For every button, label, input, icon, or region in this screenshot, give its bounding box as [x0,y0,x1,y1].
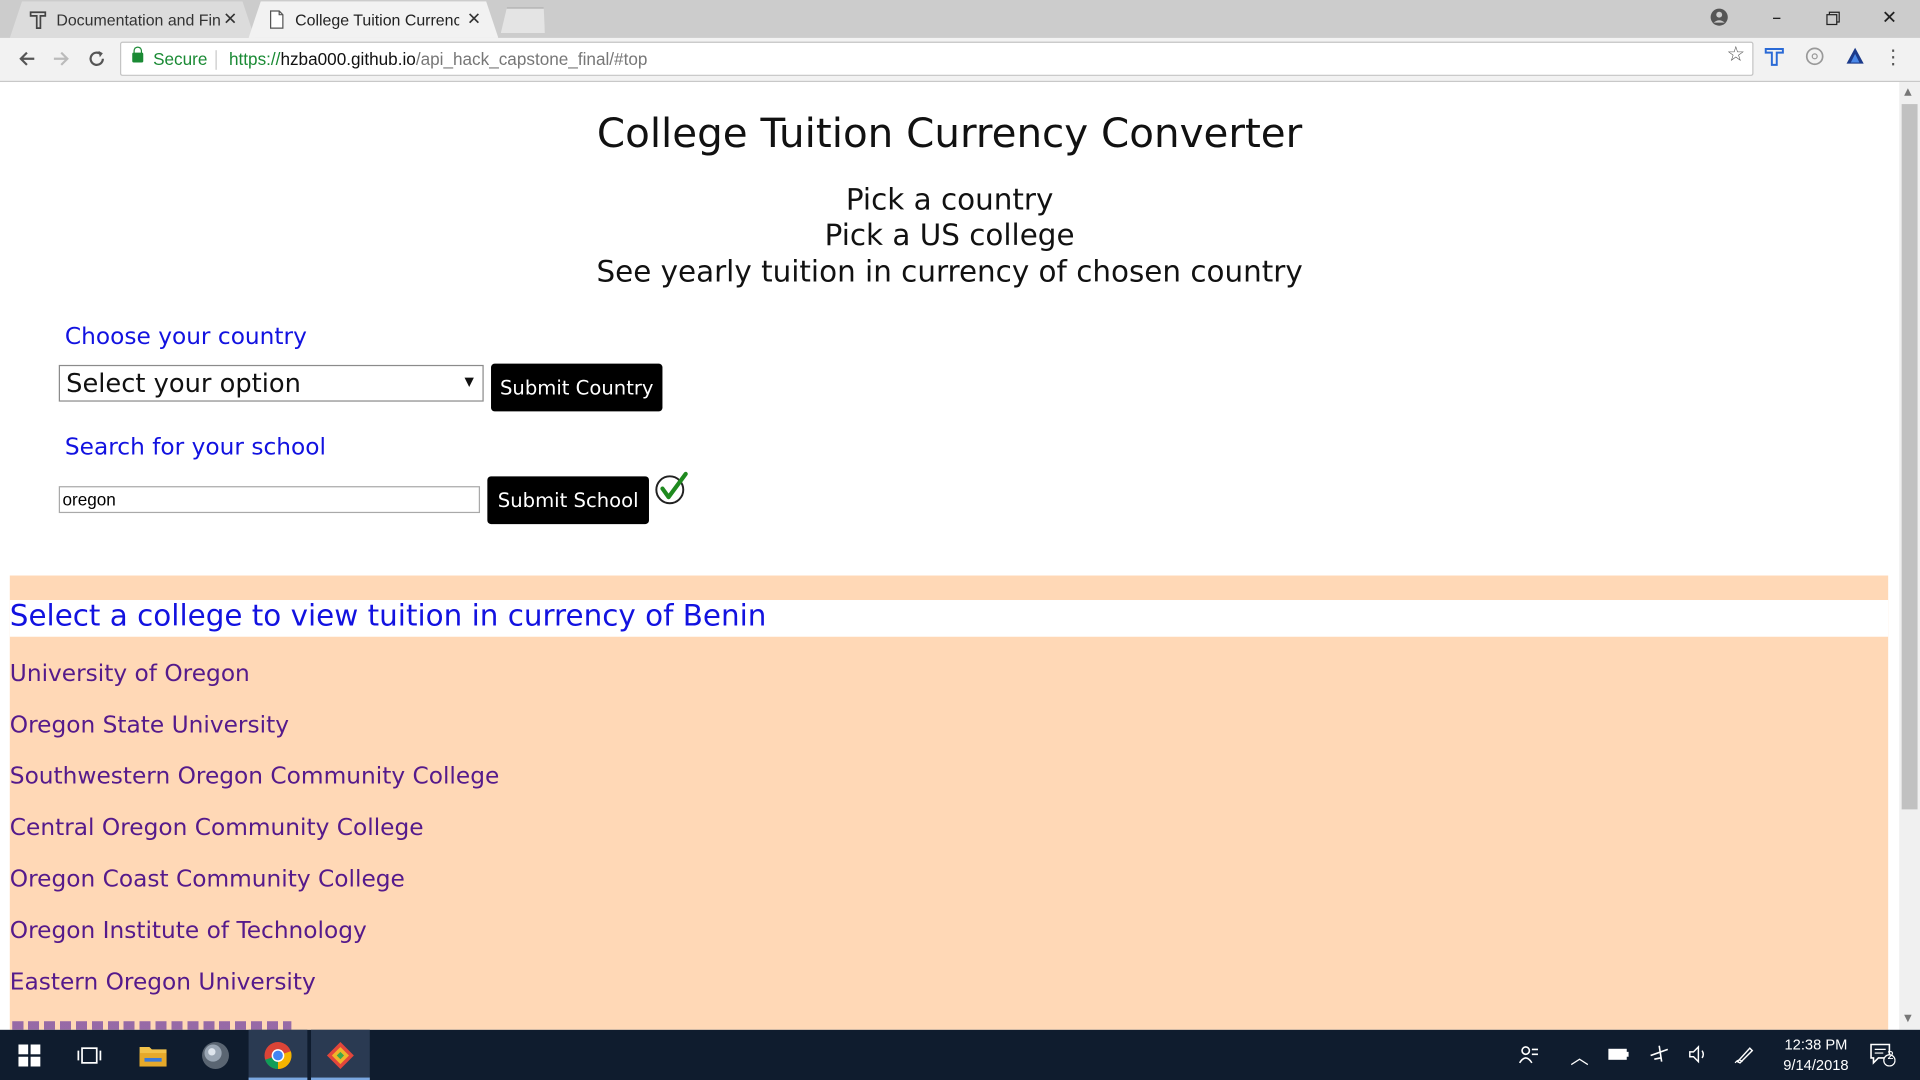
school-link[interactable]: Oregon Coast Community College [10,866,499,917]
school-link[interactable]: Oregon Institute of Technology [10,917,499,968]
triangle-icon [1846,47,1864,64]
taskbar-clock[interactable]: 12:38 PM 9/14/2018 [1773,1035,1859,1077]
typora-icon [1764,48,1784,66]
school-link[interactable]: Central Oregon Community College [10,814,499,865]
step-2: Pick a US college [824,217,1075,253]
typora-extension-icon[interactable] [1763,47,1785,69]
speaker-icon [1689,1045,1705,1064]
school-link[interactable]: Eastern Oregon University [10,969,499,1020]
dropdown-caret-icon: ▼ [464,375,474,390]
url-path: /api_hack_capstone_final/#top [415,48,648,69]
typora-icon [29,10,46,30]
battery-icon[interactable] [1605,1044,1632,1066]
reload-icon [89,50,104,66]
file-explorer-button[interactable] [124,1030,183,1080]
circle-icon [1805,47,1824,66]
page-icon [268,10,285,30]
diamond-app-icon [326,1042,354,1069]
school-link-cut-off[interactable] [10,1018,292,1030]
notification-count: 2 [1887,1050,1895,1063]
page-content: College Tuition Currency Converter Pick … [0,82,1900,1030]
url-host: hzba000.github.io [280,48,416,69]
scroll-up-icon[interactable]: ▲ [1904,86,1912,97]
back-arrow-icon [19,51,35,66]
browser-toolbar: Secure https://hzba000.github.io/api_hac… [0,37,1920,83]
chrome-taskbar-button[interactable] [248,1029,308,1080]
person-icon [1518,1046,1538,1064]
address-bar[interactable]: Secure https://hzba000.github.io/api_hac… [120,41,1754,76]
submit-country-button[interactable]: Submit Country [491,363,663,412]
scrollbar-thumb[interactable] [1901,104,1918,810]
battery-shape [1608,1048,1629,1060]
task-view-button[interactable] [59,1030,118,1080]
git-app-button[interactable] [311,1029,370,1080]
folder-icon [139,1046,167,1067]
step-3: See yearly tuition in currency of chosen… [596,254,1303,289]
school-link[interactable]: Oregon State University [10,711,499,762]
tab-college-tuition[interactable]: College Tuition Currency ✕ [249,1,499,38]
url-scheme: https:// [228,48,281,69]
clock-time: 12:38 PM [1784,1035,1848,1054]
windows-logo-icon [18,1044,41,1067]
network-icon[interactable] [1646,1044,1673,1068]
menu-kebab-icon[interactable]: ⋮ [1882,46,1904,69]
chrome-icon [264,1042,292,1069]
clock-date: 9/14/2018 [1783,1056,1849,1074]
restore-button[interactable] [1805,0,1861,37]
restore-icon [1826,11,1840,26]
url-text: https://hzba000.github.io/api_hack_capst… [229,43,647,75]
tab-title: College Tuition Currency [295,11,460,30]
page-scrollbar[interactable]: ▲ ▼ [1899,82,1920,1030]
close-tab-icon[interactable]: ✕ [467,9,481,30]
school-link[interactable]: University of Oregon [10,660,499,711]
school-search-input[interactable]: oregon [58,486,481,514]
country-select[interactable]: Select your option ▼ [58,364,484,402]
tab-documentation[interactable]: Documentation and Final ✕ [10,1,255,38]
people-icon[interactable] [1516,1044,1543,1068]
start-button[interactable] [0,1030,59,1080]
screen: Documentation and Final ✕ College Tuitio… [0,0,1920,1080]
tab-title: Documentation and Final [56,11,221,30]
divider [215,50,217,70]
action-center-button[interactable]: 2 [1869,1042,1896,1071]
green-check-icon [655,471,688,505]
scroll-down-icon[interactable]: ▼ [1904,1013,1912,1024]
school-link[interactable]: Southwestern Oregon Community College [10,763,499,814]
minimize-button[interactable]: – [1749,0,1805,37]
drive-extension-icon[interactable] [1844,47,1866,69]
browser-tab-strip: Documentation and Final ✕ College Tuitio… [0,0,1920,38]
extension-circle-icon[interactable] [1804,47,1826,69]
close-tab-icon[interactable]: ✕ [223,9,237,30]
globe-icon [202,1042,229,1069]
lock-icon [132,46,144,63]
close-window-button[interactable]: ✕ [1861,0,1917,37]
pen-icon[interactable] [1731,1044,1758,1068]
school-list: University of Oregon Oregon State Univer… [10,660,499,1020]
back-button[interactable] [12,44,41,73]
profile-icon[interactable] [1709,7,1729,27]
new-tab-button[interactable] [501,7,545,33]
country-label: Choose your country [64,323,307,351]
pen-shape [1734,1047,1754,1064]
bookmark-star-icon[interactable]: ☆ [1727,43,1746,67]
results-title: Select a college to view tuition in curr… [9,598,767,634]
task-view-icon [77,1047,102,1064]
windows-taskbar: ︿ 12:38 PM 9/14/2018 2 [0,1029,1920,1080]
forward-arrow-icon [53,51,69,66]
browser-app-button[interactable] [186,1030,245,1080]
airplane-icon [1650,1045,1669,1062]
country-select-value: Select your option [66,368,301,398]
secure-label: Secure [153,48,208,69]
submit-school-button[interactable]: Submit School [487,476,649,525]
volume-icon[interactable] [1685,1044,1712,1068]
page-title: College Tuition Currency Converter [596,108,1303,157]
school-label: Search for your school [64,433,326,461]
forward-button[interactable] [47,44,76,73]
results-panel: Select a college to view tuition in curr… [9,575,1889,1030]
tray-chevron-up-icon[interactable]: ︿ [1566,1044,1593,1070]
step-1: Pick a country [845,182,1054,217]
reload-button[interactable] [82,44,111,73]
